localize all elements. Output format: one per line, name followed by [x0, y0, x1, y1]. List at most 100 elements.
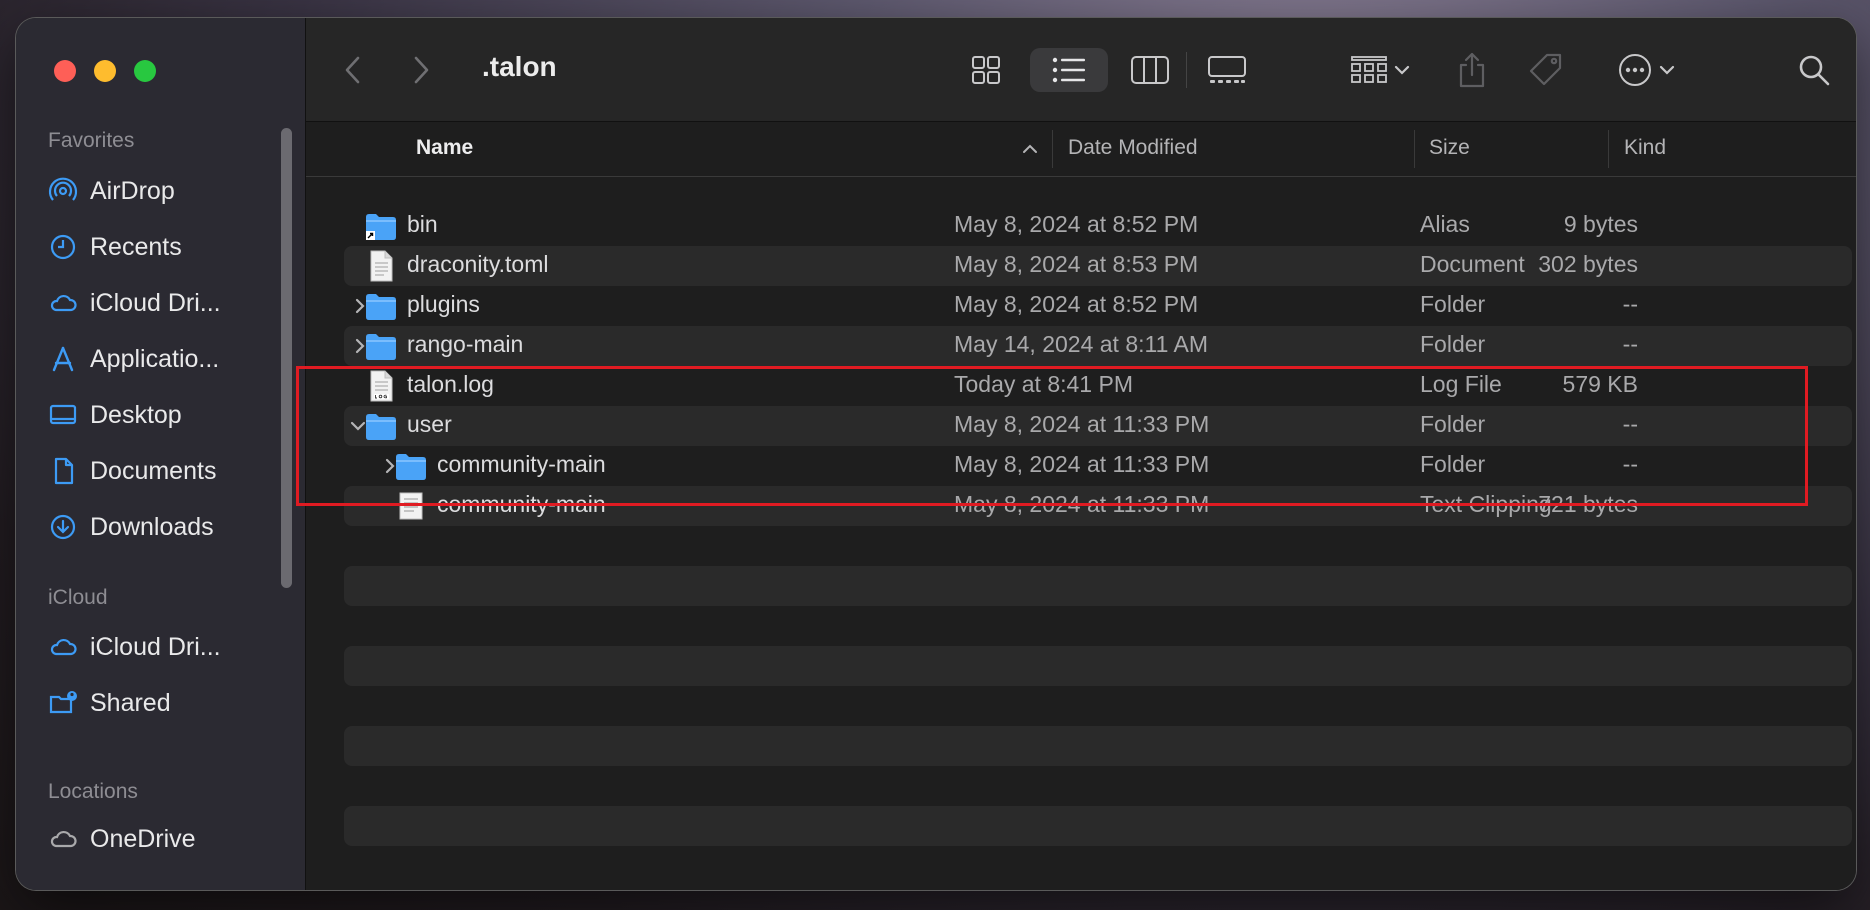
empty-row — [344, 726, 1852, 766]
file-date: May 8, 2024 at 8:52 PM — [954, 211, 1199, 237]
sidebar-item-airdrop[interactable]: AirDrop — [48, 171, 175, 211]
sidebar-item-label: Recents — [90, 232, 182, 261]
icon-view-button[interactable] — [964, 48, 1008, 92]
document-icon — [48, 456, 78, 486]
group-by-button[interactable] — [1342, 48, 1418, 92]
chevron-right-icon — [414, 56, 429, 84]
sidebar-item-label: AirDrop — [90, 176, 175, 205]
close-button[interactable] — [54, 60, 76, 82]
file-name: bin — [407, 211, 438, 237]
file-date: May 14, 2024 at 8:11 AM — [954, 331, 1209, 357]
ellipsis-circle-icon — [1619, 54, 1651, 86]
clock-icon — [48, 232, 78, 262]
folder-icon — [366, 294, 396, 320]
sidebar: Favorites AirDrop Recents iCloud Dri... … — [16, 18, 306, 890]
column-header-date[interactable]: Date Modified — [1068, 136, 1198, 160]
table-row[interactable]: draconity.toml May 8, 2024 at 8:53 PM 30… — [344, 246, 1852, 286]
column-header-bar: Name Date Modified Size Kind — [306, 122, 1856, 177]
file-size: -- — [1622, 291, 1638, 317]
file-kind: Alias — [1420, 211, 1470, 237]
tag-button[interactable] — [1524, 48, 1568, 92]
document-file-icon — [370, 250, 393, 282]
gallery-icon — [1208, 56, 1246, 83]
file-kind: Folder — [1420, 331, 1486, 357]
toolbar: .talon — [306, 18, 1856, 122]
table-row[interactable]: bin May 8, 2024 at 8:52 PM 9 bytes Alias — [344, 206, 1852, 246]
annotation-highlight-box — [296, 366, 1808, 506]
shared-folder-icon — [48, 688, 78, 718]
sidebar-item-shared[interactable]: Shared — [48, 683, 171, 723]
file-name: rango-main — [407, 331, 524, 357]
chevron-down-icon — [1659, 65, 1675, 75]
window-title: .talon — [482, 51, 557, 82]
alias-folder-icon — [366, 214, 396, 240]
column-divider[interactable] — [1608, 130, 1609, 168]
sidebar-item-label: iCloud Dri... — [90, 288, 221, 317]
column-header-name[interactable]: Name — [416, 136, 473, 160]
tag-icon — [1529, 53, 1562, 86]
empty-row — [344, 646, 1852, 686]
sidebar-item-icloud-drive[interactable]: iCloud Dri... — [48, 627, 221, 667]
columns-icon — [1131, 56, 1169, 84]
file-name: plugins — [407, 291, 480, 317]
list-icon — [1052, 57, 1085, 83]
empty-row — [344, 806, 1852, 846]
column-divider[interactable] — [1414, 130, 1415, 168]
sidebar-item-label: OneDrive — [90, 824, 196, 853]
sidebar-item-label: Shared — [90, 688, 171, 717]
applications-icon — [48, 344, 78, 374]
file-kind: Folder — [1420, 291, 1486, 317]
airdrop-icon — [48, 176, 78, 206]
chevron-down-icon — [1394, 65, 1410, 75]
table-row[interactable]: rango-main May 14, 2024 at 8:11 AM -- Fo… — [344, 326, 1852, 366]
column-divider[interactable] — [1052, 130, 1053, 168]
sidebar-item-documents[interactable]: Documents — [48, 451, 216, 491]
minimize-button[interactable] — [94, 60, 116, 82]
sidebar-item-label: Applicatio... — [90, 344, 220, 373]
grid-icon — [972, 56, 1000, 84]
sidebar-item-onedrive[interactable]: OneDrive — [48, 819, 196, 859]
file-kind: Document — [1420, 251, 1525, 277]
share-button[interactable] — [1452, 48, 1492, 92]
forward-button[interactable] — [406, 48, 436, 92]
column-view-button[interactable] — [1126, 48, 1174, 92]
table-row[interactable]: plugins May 8, 2024 at 8:52 PM -- Folder — [344, 286, 1852, 326]
column-header-kind[interactable]: Kind — [1624, 136, 1666, 160]
file-list: bin May 8, 2024 at 8:52 PM 9 bytes Alias… — [306, 176, 1856, 890]
sidebar-section-icloud: iCloud — [48, 586, 108, 609]
sidebar-section-locations: Locations — [48, 780, 138, 803]
gallery-view-button[interactable] — [1202, 48, 1252, 92]
file-name: draconity.toml — [407, 251, 549, 277]
share-icon — [1459, 52, 1485, 88]
sidebar-item-label: Downloads — [90, 512, 214, 541]
empty-row — [344, 566, 1852, 606]
download-icon — [48, 512, 78, 542]
sidebar-item-recents[interactable]: Recents — [48, 227, 182, 267]
sidebar-item-label: Desktop — [90, 400, 182, 429]
more-actions-button[interactable] — [1608, 48, 1684, 92]
search-button[interactable] — [1794, 48, 1834, 92]
sidebar-item-label: Documents — [90, 456, 217, 485]
cloud-outline-icon — [48, 824, 78, 854]
back-button[interactable] — [338, 48, 368, 92]
sidebar-item-icloud-drive[interactable]: iCloud Dri... — [48, 283, 221, 323]
sidebar-item-label: iCloud Dri... — [90, 632, 221, 661]
toolbar-divider — [1186, 52, 1187, 88]
list-view-button[interactable] — [1030, 48, 1108, 92]
sidebar-item-downloads[interactable]: Downloads — [48, 507, 214, 547]
file-size: 9 bytes — [1563, 211, 1638, 237]
column-header-size[interactable]: Size — [1429, 136, 1470, 160]
sidebar-item-desktop[interactable]: Desktop — [48, 395, 182, 435]
sidebar-item-applications[interactable]: Applicatio... — [48, 339, 219, 379]
group-icon — [1351, 56, 1387, 83]
search-icon — [1799, 55, 1830, 86]
file-size: 302 bytes — [1538, 251, 1638, 277]
file-date: May 8, 2024 at 8:52 PM — [954, 291, 1199, 317]
chevron-left-icon — [345, 56, 360, 84]
desktop-icon — [48, 400, 78, 430]
zoom-button[interactable] — [134, 60, 156, 82]
sort-ascending-icon[interactable] — [1022, 144, 1038, 154]
sidebar-section-favorites: Favorites — [48, 129, 135, 152]
sidebar-scrollbar[interactable] — [281, 128, 292, 588]
file-date: May 8, 2024 at 8:53 PM — [954, 251, 1199, 277]
